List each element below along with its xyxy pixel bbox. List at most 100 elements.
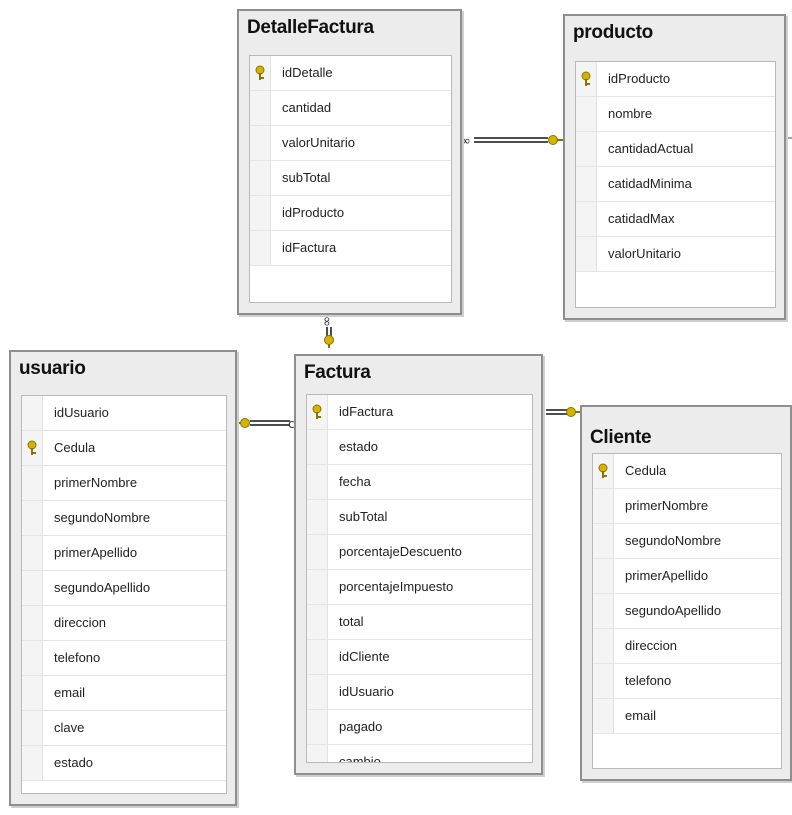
column-row[interactable]: fecha <box>307 465 532 500</box>
column-row[interactable]: porcentajeDescuento <box>307 535 532 570</box>
column-name: catidadMinima <box>608 176 692 191</box>
row-selector <box>307 430 328 464</box>
column-row[interactable]: idFactura <box>307 395 532 430</box>
column-name: segundoApellido <box>54 580 151 595</box>
relationship-usuario-factura[interactable]: c <box>236 417 295 431</box>
column-row[interactable]: direccion <box>22 606 226 641</box>
column-name: telefono <box>54 650 101 665</box>
column-row[interactable]: segundoApellido <box>593 594 781 629</box>
key-icon <box>27 440 37 455</box>
key-icon <box>255 65 265 80</box>
row-selector <box>307 675 328 709</box>
column-row[interactable]: subTotal <box>307 500 532 535</box>
row-selector <box>22 536 43 570</box>
column-row[interactable]: idFactura <box>250 231 451 266</box>
column-row[interactable]: primerApellido <box>593 559 781 594</box>
column-row[interactable]: porcentajeImpuesto <box>307 570 532 605</box>
table-producto[interactable]: producto idProducto nombre cantidadActual c… <box>563 14 786 320</box>
row-selector <box>22 746 43 780</box>
row-selector <box>593 524 614 558</box>
column-name: primerApellido <box>625 568 709 583</box>
column-name: total <box>339 614 364 629</box>
column-row[interactable]: idCliente <box>307 640 532 675</box>
column-row[interactable]: primerApellido <box>22 536 226 571</box>
key-icon <box>581 71 591 86</box>
table-cliente[interactable]: Cliente Cedula primerNombre segundoNombre p… <box>580 405 792 781</box>
table-factura[interactable]: Factura idFactura estado fecha subTotal porc… <box>294 354 543 775</box>
column-row[interactable]: subTotal <box>250 161 451 196</box>
column-name: cantidad <box>282 100 332 115</box>
row-selector <box>593 629 614 663</box>
column-row[interactable]: cantidad <box>250 91 451 126</box>
column-row[interactable]: estado <box>307 430 532 465</box>
column-row[interactable]: estado <box>22 746 226 781</box>
table-detallefactura[interactable]: DetalleFactura idDetalle cantidad valorUni… <box>237 9 462 315</box>
column-row[interactable]: idProducto <box>576 62 775 97</box>
row-selector <box>307 605 328 639</box>
row-selector <box>593 594 614 628</box>
row-selector <box>307 535 328 569</box>
column-name: segundoNombre <box>54 510 151 525</box>
column-row[interactable]: segundoApellido <box>22 571 226 606</box>
column-name: segundoApellido <box>625 603 722 618</box>
key-icon <box>324 335 334 348</box>
column-name: email <box>54 685 86 700</box>
column-row[interactable]: valorUnitario <box>250 126 451 161</box>
column-row[interactable]: nombre <box>576 97 775 132</box>
row-selector <box>307 745 328 762</box>
column-name: idProducto <box>608 71 671 86</box>
column-row[interactable]: primerNombre <box>22 466 226 501</box>
row-selector <box>250 196 271 230</box>
column-row[interactable]: Cedula <box>593 454 781 489</box>
column-name: idCliente <box>339 649 390 664</box>
column-row[interactable]: clave <box>22 711 226 746</box>
key-icon <box>312 404 322 419</box>
column-row[interactable]: valorUnitario <box>576 237 775 272</box>
relationship-detalle-factura[interactable]: ∞ <box>319 316 334 348</box>
column-row[interactable]: telefono <box>593 664 781 699</box>
row-selector <box>307 500 328 534</box>
column-row[interactable]: catidadMinima <box>576 167 775 202</box>
column-list: idDetalle cantidad valorUnitario subTotal id… <box>249 55 452 303</box>
column-row[interactable]: telefono <box>22 641 226 676</box>
row-selector <box>576 237 597 271</box>
column-name: idProducto <box>282 205 345 220</box>
column-row[interactable]: idProducto <box>250 196 451 231</box>
column-row[interactable]: primerNombre <box>593 489 781 524</box>
relationship-factura-cliente[interactable] <box>546 407 580 417</box>
column-row[interactable]: idUsuario <box>307 675 532 710</box>
column-row[interactable]: email <box>593 699 781 734</box>
key-icon <box>598 463 608 478</box>
key-icon <box>236 418 250 428</box>
column-row[interactable]: email <box>22 676 226 711</box>
column-row[interactable]: segundoNombre <box>22 501 226 536</box>
column-row[interactable]: catidadMax <box>576 202 775 237</box>
relationship-detalle-producto[interactable]: ∞ <box>460 134 563 149</box>
column-row[interactable]: total <box>307 605 532 640</box>
row-selector <box>576 132 597 166</box>
column-name: pagado <box>339 719 383 734</box>
column-row[interactable]: idUsuario <box>22 396 226 431</box>
column-row[interactable]: Cedula <box>22 431 226 466</box>
column-row[interactable]: pagado <box>307 710 532 745</box>
column-list: idUsuario Cedula primerNombre segundoNombre… <box>21 395 227 794</box>
row-selector <box>307 465 328 499</box>
column-row[interactable]: direccion <box>593 629 781 664</box>
column-name: direccion <box>625 638 678 653</box>
row-selector <box>307 640 328 674</box>
key-icon <box>566 407 580 417</box>
row-selector <box>22 711 43 745</box>
column-name: idUsuario <box>339 684 394 699</box>
column-row[interactable]: segundoNombre <box>593 524 781 559</box>
row-selector <box>593 699 614 733</box>
column-name: email <box>625 708 657 723</box>
table-usuario[interactable]: usuario idUsuario Cedula primerNombre segun… <box>9 350 237 806</box>
column-name: estado <box>339 439 379 454</box>
column-row[interactable]: cambio <box>307 745 532 763</box>
column-row[interactable]: idDetalle <box>250 56 451 91</box>
row-selector <box>250 126 271 160</box>
table-title: producto <box>573 22 653 43</box>
column-row[interactable]: cantidadActual <box>576 132 775 167</box>
column-name: primerNombre <box>54 475 138 490</box>
column-name: cambio <box>339 754 381 763</box>
